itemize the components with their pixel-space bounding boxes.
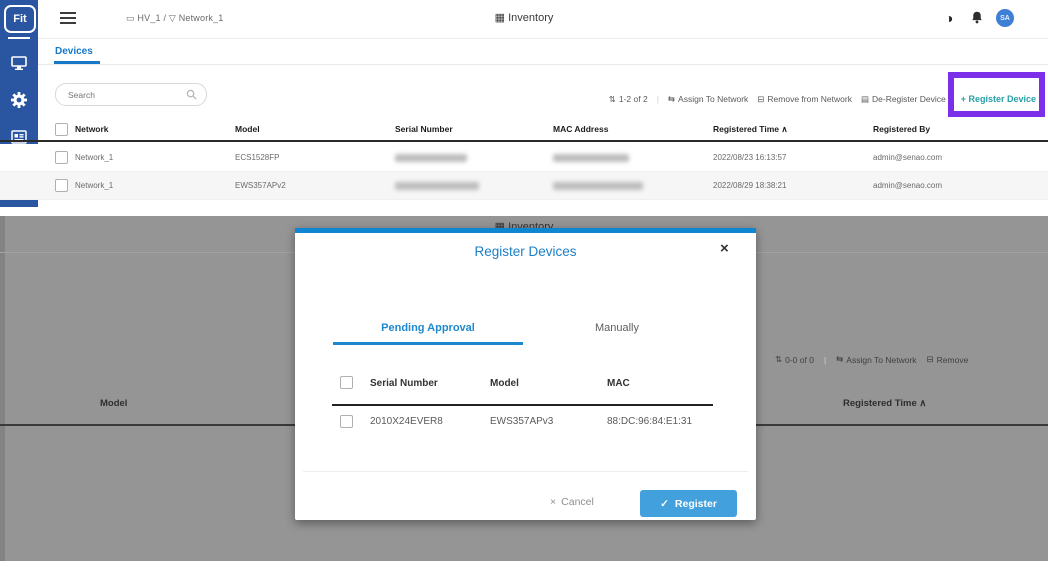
select-all-checkbox[interactable] bbox=[55, 122, 68, 136]
cell-network: Network_1 bbox=[75, 181, 114, 190]
dimmed-col-registered-time: Registered Time ∧ bbox=[843, 398, 927, 409]
tab-manually[interactable]: Manually bbox=[557, 322, 677, 334]
cancel-button[interactable]: × Cancel bbox=[550, 496, 594, 508]
modal-accent-bar bbox=[295, 228, 756, 233]
register-device-highlight-annotation bbox=[948, 72, 1045, 117]
modal-tab-active-underline bbox=[333, 342, 523, 345]
search-input[interactable] bbox=[66, 85, 188, 104]
devices-table-header: Network Model Serial Number MAC Address … bbox=[0, 118, 1048, 142]
dimmed-left-edge bbox=[0, 216, 5, 561]
col-registered-by[interactable]: Registered By bbox=[873, 124, 1048, 134]
modal-col-serial: Serial Number bbox=[370, 378, 438, 389]
dimmed-row-count: 0-0 of 0 bbox=[785, 354, 814, 365]
cancel-x-icon: × bbox=[550, 496, 557, 508]
inventory-icon: ▦ bbox=[494, 12, 506, 24]
row-checkbox[interactable] bbox=[55, 151, 68, 164]
modal-cell-mac: 88:DC:96:84:E1:31 bbox=[607, 416, 693, 427]
cell-network: Network_1 bbox=[75, 153, 114, 162]
row-count: ⇅ 1-2 of 2 bbox=[608, 93, 648, 105]
search-box[interactable] bbox=[55, 83, 207, 106]
dimmed-background-screenshot: ▦ Inventory ⇅ 0-0 of 0 | ⇆ Assign To Netwo… bbox=[0, 216, 1048, 561]
avatar[interactable]: SA bbox=[996, 9, 1014, 27]
cell-registered-time: 2022/08/29 18:38:21 bbox=[713, 181, 787, 190]
modal-title: Register Devices bbox=[474, 244, 577, 259]
redacted-mac bbox=[553, 153, 629, 162]
close-icon[interactable]: × bbox=[720, 241, 729, 256]
page-title: ▦ Inventory bbox=[494, 12, 554, 24]
col-network[interactable]: Network bbox=[75, 124, 235, 134]
dimmed-col-model: Model bbox=[100, 398, 128, 409]
cell-registered-by: admin@senao.com bbox=[873, 181, 943, 190]
redacted-serial bbox=[395, 153, 467, 162]
register-devices-modal: Register Devices × Pending Approval Manu… bbox=[295, 228, 756, 520]
modal-select-all-checkbox[interactable] bbox=[340, 376, 353, 389]
monitor-icon[interactable] bbox=[9, 53, 29, 73]
gear-icon[interactable] bbox=[9, 90, 29, 110]
search-icon[interactable] bbox=[186, 89, 197, 100]
deregister-icon: ▤ bbox=[860, 93, 869, 104]
contrast-toggle-icon[interactable]: ◑ bbox=[945, 10, 953, 26]
screenshot-root: Fit ▭ HV_1 / ▽ Network_1 ▦ Inventory ◑ S… bbox=[0, 0, 1048, 567]
modal-col-model: Model bbox=[490, 378, 519, 389]
table-row[interactable]: Network_1 EWS357APv2 2022/08/29 18:38:21… bbox=[0, 172, 1048, 200]
redacted-mac bbox=[553, 181, 643, 190]
notifications-bell-icon[interactable] bbox=[969, 10, 985, 26]
tab-pending-approval[interactable]: Pending Approval bbox=[333, 322, 523, 334]
modal-table-header-border bbox=[332, 404, 713, 406]
row-checkbox[interactable] bbox=[55, 179, 68, 192]
remove-from-network-button[interactable]: ⊟ Remove from Network bbox=[757, 94, 852, 105]
modal-col-mac: MAC bbox=[607, 378, 630, 389]
modal-cell-model: EWS357APv3 bbox=[490, 416, 554, 427]
redacted-serial bbox=[395, 181, 479, 190]
modal-footer-divider bbox=[303, 471, 748, 472]
deregister-device-button[interactable]: ▤ De-Register Device bbox=[861, 94, 946, 105]
col-registered-time[interactable]: Registered Time ∧ bbox=[713, 124, 873, 135]
assign-to-network-button[interactable]: ⇆ Assign To Network bbox=[668, 94, 748, 105]
cell-registered-time: 2022/08/23 16:13:57 bbox=[713, 153, 787, 162]
dimmed-assign-button: Assign To Network bbox=[846, 354, 917, 365]
table-row[interactable]: Network_1 ECS1528FP 2022/08/23 16:13:57 … bbox=[0, 144, 1048, 172]
cell-registered-by: admin@senao.com bbox=[873, 153, 943, 162]
dimmed-remove-button: Remove bbox=[936, 354, 969, 365]
cell-model: ECS1528FP bbox=[235, 153, 280, 162]
cell-model: EWS357APv2 bbox=[235, 181, 286, 190]
remove-icon: ⊟ bbox=[757, 93, 765, 104]
logo-underline bbox=[8, 37, 30, 39]
col-serial[interactable]: Serial Number bbox=[395, 124, 553, 134]
assign-icon: ⇆ bbox=[667, 93, 676, 104]
col-mac[interactable]: MAC Address bbox=[553, 124, 713, 134]
tab-devices[interactable]: Devices bbox=[55, 46, 93, 57]
check-icon: ✓ bbox=[660, 497, 669, 510]
toolbar-separator: | bbox=[656, 94, 659, 104]
sort-caret-icon: ∧ bbox=[781, 123, 788, 134]
col-model[interactable]: Model bbox=[235, 124, 395, 134]
dimmed-toolbar: ⇅ 0-0 of 0 | ⇆ Assign To Network ⊟ Remove bbox=[775, 354, 969, 365]
register-button[interactable]: ✓ Register bbox=[640, 490, 737, 517]
tab-divider bbox=[38, 64, 1048, 65]
sort-icon: ⇅ bbox=[608, 93, 616, 104]
modal-row-checkbox[interactable] bbox=[340, 415, 353, 428]
modal-cell-serial: 2010X24EVER8 bbox=[370, 416, 443, 427]
